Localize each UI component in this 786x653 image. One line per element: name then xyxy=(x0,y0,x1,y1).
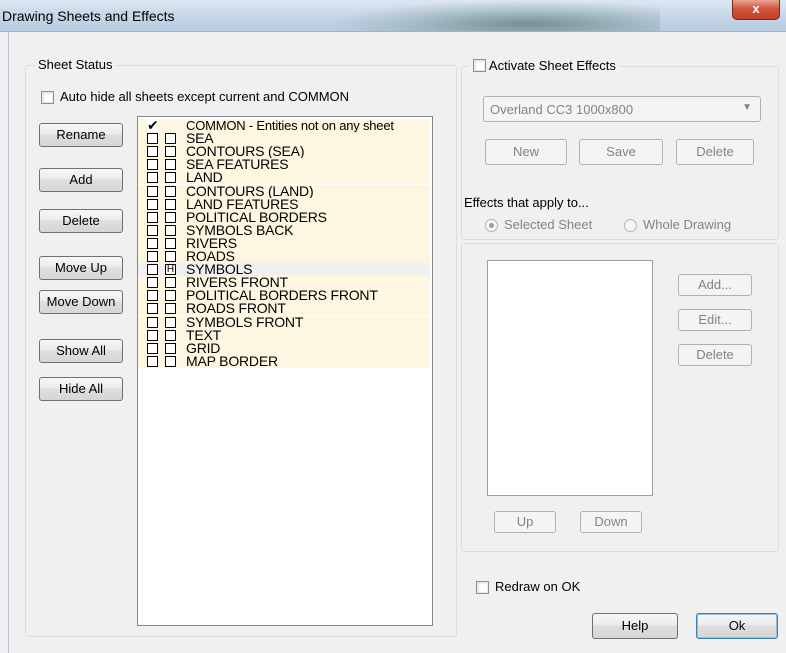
sheet-visible-checkbox[interactable] xyxy=(147,198,158,210)
sheet-status-checkbox[interactable] xyxy=(165,172,176,184)
sheet-visible-checkbox[interactable] xyxy=(147,355,158,367)
effects-apply-to-label: Effects that apply to... xyxy=(464,195,589,210)
sheet-status-checkbox[interactable] xyxy=(165,355,176,367)
sheet-status-checkbox[interactable] xyxy=(165,185,176,197)
sheet-status-checkbox[interactable] xyxy=(165,224,176,236)
effect-up-button[interactable]: Up xyxy=(494,511,556,533)
sheet-row[interactable]: RIVERS xyxy=(138,236,430,250)
sheet-row[interactable]: SYMBOLS BACK xyxy=(138,223,430,237)
auto-hide-label: Auto hide all sheets except current and … xyxy=(60,89,350,104)
effects-list[interactable] xyxy=(487,260,653,496)
sheet-status-checkbox[interactable] xyxy=(165,198,176,210)
sheet-list[interactable]: ✔ COMMON - Entities not on any sheet SEA CO… xyxy=(137,116,433,626)
sheet-status-checkbox[interactable] xyxy=(165,211,176,223)
new-preset-button[interactable]: New xyxy=(485,139,567,165)
add-effect-button[interactable]: Add... xyxy=(678,274,752,296)
sheet-visible-checkbox[interactable] xyxy=(147,329,158,341)
sheet-visible-checkbox[interactable] xyxy=(147,224,158,236)
sheet-visible-checkbox[interactable] xyxy=(147,290,158,302)
delete-effect-button[interactable]: Delete xyxy=(678,344,752,366)
hide-all-button[interactable]: Hide All xyxy=(39,377,123,401)
sheet-visible-checkbox[interactable] xyxy=(147,303,158,315)
sheet-visible-checkbox[interactable] xyxy=(147,146,158,158)
sheet-row[interactable]: SEA FEATURES xyxy=(138,157,430,172)
sheet-row[interactable]: ✔ COMMON - Entities not on any sheet xyxy=(138,118,430,133)
help-button[interactable]: Help xyxy=(592,613,678,639)
effect-down-button[interactable]: Down xyxy=(580,511,642,533)
edit-effect-button[interactable]: Edit... xyxy=(678,309,752,331)
sheet-status-checkbox[interactable] xyxy=(165,316,176,328)
delete-preset-button[interactable]: Delete xyxy=(676,139,754,165)
add-sheet-button[interactable]: Add xyxy=(39,168,123,192)
sheet-status-checkbox[interactable] xyxy=(165,277,176,289)
whole-drawing-radio[interactable] xyxy=(624,219,637,232)
auto-hide-checkbox[interactable] xyxy=(41,91,54,104)
move-up-button[interactable]: Move Up xyxy=(39,256,123,280)
sheet-status-checkbox[interactable] xyxy=(165,133,176,145)
sheet-visible-checkbox[interactable] xyxy=(147,264,158,276)
activate-effects-checkbox[interactable] xyxy=(473,59,486,72)
sheet-row[interactable]: MAP BORDER xyxy=(138,352,430,369)
sheet-row[interactable]: TEXT xyxy=(138,328,430,342)
sheet-row[interactable]: GRID xyxy=(138,341,430,355)
selected-sheet-radio-label: Selected Sheet xyxy=(504,217,593,232)
title-bar-background-glass xyxy=(330,0,660,31)
whole-drawing-radio-label: Whole Drawing xyxy=(643,217,732,232)
dialog-client-area: Sheet Status Auto hide all sheets except… xyxy=(8,32,786,653)
sheet-status-checkbox[interactable]: H xyxy=(165,264,176,276)
ok-button[interactable]: Ok xyxy=(696,613,778,639)
title-bar: Drawing Sheets and Effects xyxy=(0,0,786,32)
delete-sheet-button[interactable]: Delete xyxy=(39,209,123,233)
sheet-status-checkbox[interactable] xyxy=(165,342,176,354)
sheet-name: COMMON - Entities not on any sheet xyxy=(186,118,394,133)
sheet-visible-checkbox[interactable] xyxy=(147,237,158,249)
sheet-visible-checkbox[interactable] xyxy=(147,185,158,197)
effects-preset-value: Overland CC3 1000x800 xyxy=(490,102,634,117)
sheet-row[interactable]: ROADS xyxy=(138,249,430,263)
rename-button[interactable]: Rename xyxy=(39,123,123,147)
sheet-visible-checkbox[interactable] xyxy=(147,316,158,328)
sheet-visible-checkbox[interactable] xyxy=(147,172,158,184)
activate-effects-label: Activate Sheet Effects xyxy=(488,58,616,73)
move-down-button[interactable]: Move Down xyxy=(39,290,123,314)
activate-effects-legend: Activate Sheet Effects xyxy=(469,58,619,73)
show-all-button[interactable]: Show All xyxy=(39,339,123,363)
close-icon: x xyxy=(752,1,760,16)
sheet-visible-checkbox[interactable] xyxy=(147,342,158,354)
sheet-visible-checkbox[interactable] xyxy=(147,159,158,171)
sheet-visible-checkbox[interactable] xyxy=(147,277,158,289)
redraw-on-ok-label: Redraw on OK xyxy=(495,579,581,594)
sheet-status-checkbox[interactable] xyxy=(165,237,176,249)
sheet-status-checkbox[interactable] xyxy=(165,146,176,158)
sheet-status-checkbox[interactable] xyxy=(165,303,176,315)
save-preset-button[interactable]: Save xyxy=(579,139,663,165)
window-title: Drawing Sheets and Effects xyxy=(2,8,175,24)
sheet-visible-checkbox[interactable] xyxy=(147,133,158,145)
sheet-status-checkbox[interactable] xyxy=(165,329,176,341)
sheet-status-checkbox[interactable] xyxy=(165,251,176,262)
sheet-visible-checkbox[interactable]: ✔ xyxy=(147,118,159,132)
selected-sheet-radio[interactable] xyxy=(485,219,498,232)
close-button[interactable]: x xyxy=(732,0,780,20)
sheet-visible-checkbox[interactable] xyxy=(147,251,158,262)
sheet-name: MAP BORDER xyxy=(186,352,278,369)
chevron-down-icon: ▼ xyxy=(742,102,752,113)
effects-preset-select[interactable]: Overland CC3 1000x800 ▼ xyxy=(483,96,761,122)
sheet-status-legend: Sheet Status xyxy=(35,57,116,72)
redraw-on-ok-checkbox[interactable] xyxy=(476,581,489,594)
sheet-status-checkbox[interactable] xyxy=(165,290,176,302)
sheet-status-checkbox[interactable] xyxy=(165,159,176,171)
sheet-row[interactable]: SYMBOLS FRONT xyxy=(138,315,430,329)
sheet-visible-checkbox[interactable] xyxy=(147,211,158,223)
